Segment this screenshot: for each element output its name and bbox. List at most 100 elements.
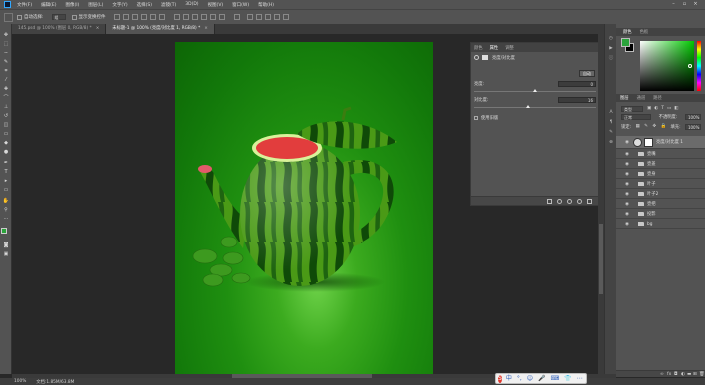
auto-select-target-dropdown[interactable]: 组 [51, 14, 66, 20]
vertical-scrollbar-thumb[interactable] [599, 224, 603, 294]
tab-adjustments[interactable]: 调整 [505, 45, 514, 51]
foreground-color-swatch[interactable] [1, 228, 7, 234]
paragraph-icon[interactable]: ¶ [608, 120, 614, 125]
opacity-input[interactable]: 100% [684, 114, 701, 120]
distribute-hcenter-icon[interactable] [209, 14, 216, 20]
distribute-bottom-icon[interactable] [191, 14, 198, 20]
visibility-eye-icon[interactable]: ◉ [624, 172, 630, 177]
3d-mode-roll-icon[interactable] [255, 14, 262, 20]
clone-source-icon[interactable]: ⊕ [608, 140, 614, 145]
contrast-slider-handle[interactable] [525, 105, 530, 108]
tab-swatches[interactable]: 色板 [640, 29, 649, 35]
tab-145-psd[interactable]: 145.psd @ 100% (图层 0, RGB/8) * × [12, 24, 107, 34]
restore-icon[interactable]: ▫ [681, 1, 688, 8]
visibility-icon[interactable] [577, 199, 582, 204]
ime-keyboard-icon[interactable]: ⌨ [551, 374, 560, 383]
zoom-level[interactable]: 100% [14, 379, 26, 384]
move-tool-preset-icon[interactable] [4, 12, 13, 22]
menu-type[interactable]: 文字(Y) [112, 2, 127, 8]
sogou-logo-icon[interactable]: S [498, 374, 502, 383]
auto-select-checkbox[interactable] [17, 14, 22, 20]
brightness-slider-handle[interactable] [533, 89, 537, 92]
auto-button[interactable]: 自动 [579, 70, 595, 77]
brightness-value-input[interactable]: 0 [558, 81, 596, 87]
ime-more-icon[interactable]: ⋯ [577, 374, 583, 383]
menu-layer[interactable]: 图层(L) [88, 2, 103, 8]
tab-paths[interactable]: 路径 [653, 95, 662, 101]
foreground-color-chip[interactable] [621, 38, 630, 47]
mask-icon[interactable] [482, 55, 488, 60]
type-tool-icon[interactable]: T [2, 169, 10, 175]
layer-row-selected[interactable]: ◉ 亮度/对比度 1 [616, 136, 705, 149]
brush-tool-icon[interactable]: ⌒ [2, 95, 10, 101]
distribute-right-icon[interactable] [218, 14, 225, 20]
menu-image[interactable]: 图像(I) [65, 2, 79, 8]
link-layers-icon[interactable]: ∞ [660, 372, 664, 377]
filter-shape-icon[interactable]: ▭ [667, 106, 671, 111]
close-icon[interactable]: × [96, 26, 100, 31]
dodge-tool-icon[interactable]: ● [2, 149, 10, 155]
align-hcenter-icon[interactable] [149, 14, 156, 20]
visibility-eye-icon[interactable]: ◉ [624, 192, 630, 197]
quick-mask-icon[interactable]: ◙ [2, 242, 10, 248]
auto-align-icon[interactable] [233, 14, 240, 20]
clone-stamp-tool-icon[interactable]: ⊥ [2, 104, 10, 110]
layer-row[interactable]: ◉ bg [616, 220, 705, 229]
path-select-tool-icon[interactable]: ▸ [2, 178, 10, 184]
view-previous-icon[interactable] [557, 199, 562, 204]
more-tools-icon[interactable]: ⋯ [2, 216, 10, 222]
eraser-tool-icon[interactable]: ◫ [2, 122, 10, 128]
3d-mode-slide-icon[interactable] [273, 14, 280, 20]
screen-mode-icon[interactable]: ▣ [2, 251, 10, 257]
menu-help[interactable]: 帮助(H) [258, 2, 274, 8]
distribute-left-icon[interactable] [200, 14, 207, 20]
3d-mode-rotate-icon[interactable] [246, 14, 253, 20]
info-icon[interactable]: ⓘ [608, 56, 614, 61]
tab-layers[interactable]: 图层 [620, 95, 629, 101]
visibility-eye-icon[interactable]: ◉ [624, 152, 630, 157]
new-adjustment-icon[interactable]: ◐ [681, 372, 685, 377]
contrast-slider-track[interactable] [474, 107, 596, 108]
tab-properties[interactable]: 属性 [490, 45, 499, 51]
menu-view[interactable]: 视图(V) [208, 2, 224, 8]
move-tool-icon[interactable]: ✥ [2, 32, 10, 38]
rectangle-tool-icon[interactable]: ▭ [2, 187, 10, 193]
legacy-checkbox[interactable] [474, 116, 478, 120]
tab-color[interactable]: 颜色 [474, 45, 483, 51]
tab-color[interactable]: 颜色 [623, 29, 632, 35]
history-brush-tool-icon[interactable]: ↺ [2, 113, 10, 119]
ime-emoji-icon[interactable]: ☺ [527, 374, 533, 383]
menu-file[interactable]: 文件(F) [17, 2, 32, 8]
blur-tool-icon[interactable]: ◆ [2, 140, 10, 146]
menu-window[interactable]: 窗口(W) [232, 2, 249, 8]
lock-position-icon[interactable]: ✥ [652, 124, 656, 129]
align-vcenter-icon[interactable] [122, 14, 129, 20]
visibility-eye-icon[interactable]: ◉ [624, 182, 630, 187]
layer-row[interactable]: ◉ 投影 [616, 210, 705, 219]
layer-mask-thumbnail[interactable] [644, 137, 653, 147]
actions-icon[interactable]: ▶ [608, 46, 614, 51]
delete-icon[interactable] [587, 199, 592, 204]
hand-tool-icon[interactable]: ✋ [2, 198, 10, 204]
healing-brush-tool-icon[interactable]: ✚ [2, 86, 10, 92]
distribute-vcenter-icon[interactable] [182, 14, 189, 20]
visibility-eye-icon[interactable]: ◉ [624, 212, 630, 217]
filter-type-icon[interactable]: T [661, 106, 664, 111]
reset-icon[interactable] [567, 199, 572, 204]
history-icon[interactable]: ◷ [608, 36, 614, 41]
layer-style-icon[interactable]: fx [667, 372, 671, 377]
brush-settings-icon[interactable]: ✎ [608, 130, 614, 135]
add-mask-icon[interactable]: ◘ [674, 372, 678, 377]
layer-row[interactable]: ◉ 壶把 [616, 200, 705, 209]
layer-row[interactable]: ◉ 叶子2 [616, 190, 705, 199]
filter-adjustment-icon[interactable]: ◐ [654, 106, 658, 111]
visibility-eye-icon[interactable]: ◉ [624, 202, 630, 207]
lock-transparent-icon[interactable]: ▦ [635, 124, 639, 129]
align-bottom-icon[interactable] [131, 14, 138, 20]
3d-mode-scale-icon[interactable] [282, 14, 289, 20]
distribute-top-icon[interactable] [173, 14, 180, 20]
close-icon[interactable]: × [204, 26, 208, 31]
blend-mode-dropdown[interactable]: 正常 [621, 114, 651, 120]
eyedropper-tool-icon[interactable]: ⁄ [2, 77, 10, 83]
delete-layer-icon[interactable]: 🗑 [699, 372, 705, 377]
